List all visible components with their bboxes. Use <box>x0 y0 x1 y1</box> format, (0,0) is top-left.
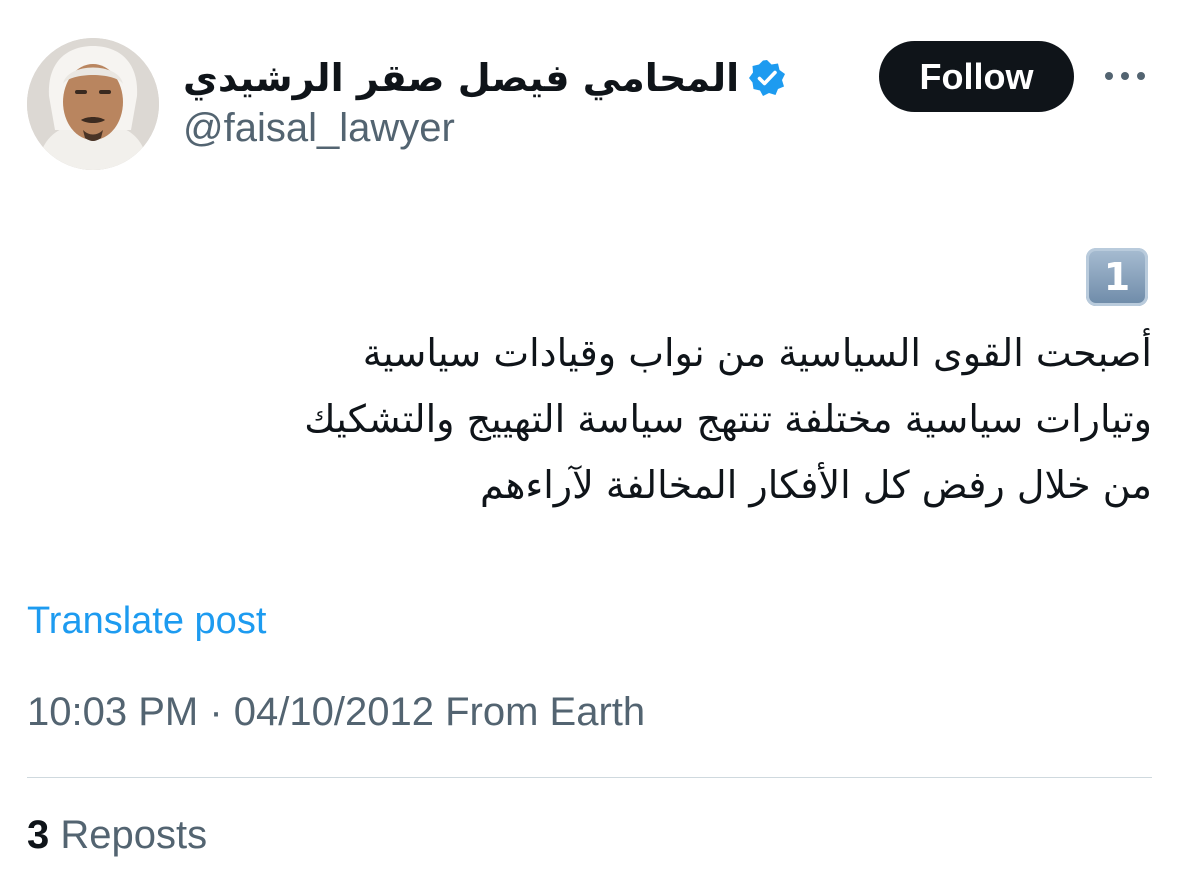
reposts-count: 3 <box>27 813 50 857</box>
reposts-label: Reposts <box>49 813 208 857</box>
author-name-row[interactable]: المحامي فيصل صقر الرشيدي <box>183 50 787 106</box>
author-display-name[interactable]: المحامي فيصل صقر الرشيدي <box>183 56 739 100</box>
tweet-text-line: أصبحت القوى السياسية من نواب وقيادات سيا… <box>362 331 1152 375</box>
tweet-text-line: من خلال رفض كل الأفكار المخالفة لآراءهم <box>480 463 1152 507</box>
tweet-date[interactable]: 04/10/2012 <box>234 690 434 734</box>
avatar[interactable] <box>27 38 159 170</box>
tweet-text-line: وتيارات سياسية مختلفة تنتهج سياسة التهيي… <box>304 397 1152 441</box>
tweet-text: أصبحت القوى السياسية من نواب وقيادات سيا… <box>60 320 1152 518</box>
reposts-stat[interactable]: 3 Reposts <box>27 813 207 858</box>
tweet-metadata: 10:03 PM · 04/10/2012 From Earth <box>27 690 645 735</box>
keycap-number-emoji: 1 <box>1086 248 1148 306</box>
tweet-time[interactable]: 10:03 PM <box>27 690 198 734</box>
avatar-image <box>27 38 159 170</box>
follow-button[interactable]: Follow <box>879 41 1074 112</box>
more-horizontal-icon[interactable] <box>1101 64 1149 88</box>
verified-badge-icon <box>747 58 787 98</box>
divider <box>27 777 1152 778</box>
meta-separator: · <box>198 690 234 734</box>
keycap-digit: 1 <box>1103 255 1131 299</box>
author-handle[interactable]: @faisal_lawyer <box>183 106 455 151</box>
tweet-source: From Earth <box>433 690 646 734</box>
translate-post-link[interactable]: Translate post <box>27 600 266 643</box>
